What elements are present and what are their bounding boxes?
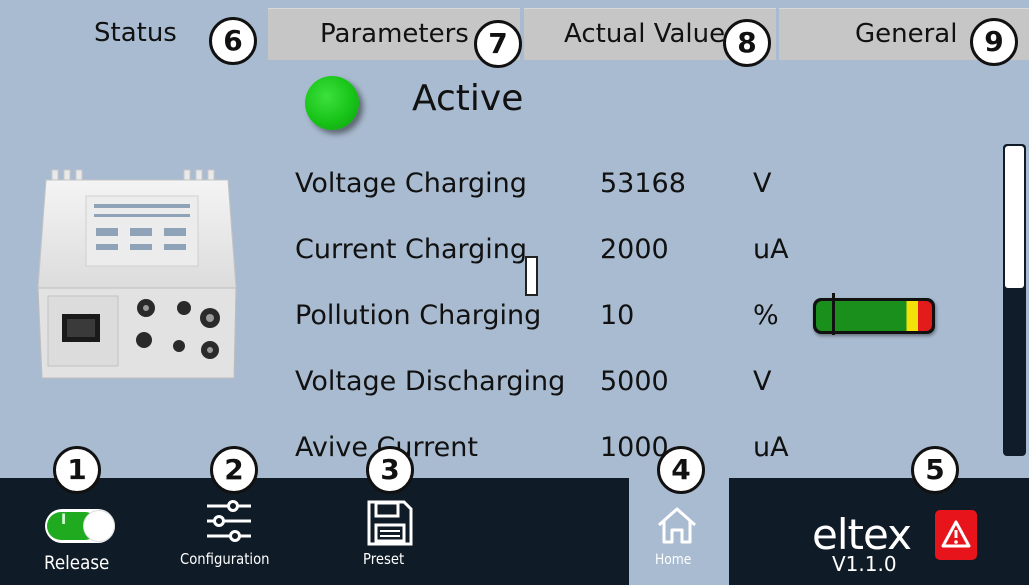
value-row: Voltage Discharging 5000 V: [0, 364, 1000, 404]
value-name: Current Charging: [295, 234, 528, 265]
release-toggle[interactable]: I: [45, 509, 115, 543]
value-number: 53168: [600, 168, 686, 199]
value-unit: %: [753, 300, 779, 331]
value-name: Voltage Charging: [295, 168, 527, 199]
preset-label: Preset: [363, 550, 405, 568]
hmi-screen: Status Parameters Actual Value General A…: [0, 0, 1029, 585]
warning-icon: [941, 520, 971, 548]
floppy-disk-icon[interactable]: [366, 499, 414, 547]
value-unit: uA: [753, 234, 789, 265]
value-row: Current Charging 2000 uA: [0, 232, 1000, 272]
text-cursor: [525, 256, 538, 296]
pollution-level-bar: [813, 293, 935, 335]
callout-marker: 1: [53, 446, 101, 494]
actual-values-list: Voltage Charging 53168 V Current Chargin…: [0, 0, 1000, 478]
toggle-knob: [83, 510, 115, 542]
callout-marker: 7: [474, 20, 522, 68]
alarm-button[interactable]: [935, 510, 977, 560]
value-number: 2000: [600, 234, 669, 265]
value-number: 1000: [600, 432, 669, 463]
configuration-label: Configuration: [180, 550, 270, 568]
value-row: Avive Current 1000 uA: [0, 430, 1000, 470]
pollution-level-marker: [832, 293, 835, 335]
home-icon: [658, 507, 696, 544]
version-text: V1.1.0: [832, 552, 897, 576]
value-row: Voltage Charging 53168 V: [0, 166, 1000, 206]
callout-marker: 5: [911, 446, 959, 494]
value-unit: V: [753, 366, 772, 397]
value-name: Pollution Charging: [295, 300, 542, 331]
value-number: 10: [600, 300, 635, 331]
callout-marker: 6: [209, 17, 257, 65]
callout-marker: 8: [723, 19, 771, 67]
scrollbar-thumb[interactable]: [1005, 146, 1024, 288]
sliders-icon[interactable]: [203, 498, 255, 544]
callout-marker: 2: [210, 446, 258, 494]
callout-marker: 4: [657, 446, 705, 494]
home-label: Home: [655, 552, 692, 568]
value-name: Voltage Discharging: [295, 366, 566, 397]
value-unit: uA: [753, 432, 789, 463]
callout-marker: 9: [970, 18, 1018, 66]
callout-marker: 3: [366, 446, 414, 494]
value-number: 5000: [600, 366, 669, 397]
scrollbar[interactable]: [1003, 144, 1026, 456]
release-label: Release: [44, 552, 110, 574]
toggle-on-mark: I: [61, 512, 67, 528]
value-unit: V: [753, 168, 772, 199]
